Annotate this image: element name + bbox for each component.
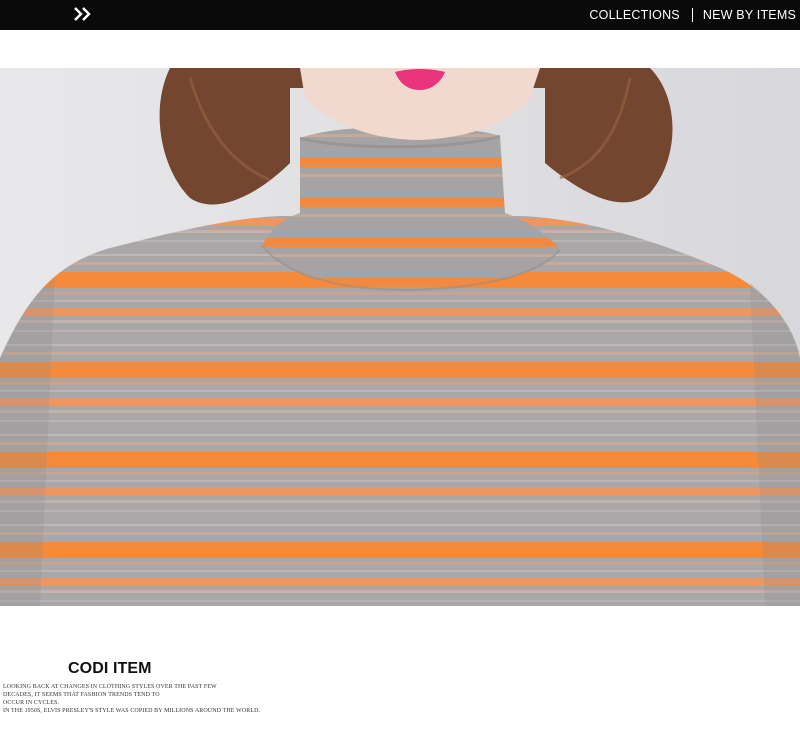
description-line: OCCUR IN CYCLES. <box>3 700 60 706</box>
codi-item-title: CODI ITEM <box>68 660 152 677</box>
codi-description: LOOKING BACK AT CHANGES IN CLOTHING STYL… <box>3 683 260 715</box>
nav-divider <box>691 8 693 22</box>
nav-new-by-items-link[interactable]: NEW BY ITEMS <box>703 8 796 22</box>
description-line: DECADES, IT SEEMS THAT FASHION TRENDS TE… <box>3 692 160 698</box>
product-photo <box>0 68 800 606</box>
top-bar: COLLECTIONS NEW BY ITEMS <box>0 0 800 28</box>
nav-collections-link[interactable]: COLLECTIONS <box>589 8 679 22</box>
description-line: IN THE 1950S, ELVIS PRESLEY'S STYLE WAS … <box>3 708 261 714</box>
description-line: LOOKING BACK AT CHANGES IN CLOTHING STYL… <box>3 684 217 690</box>
sweater-image <box>0 68 800 606</box>
top-nav: COLLECTIONS NEW BY ITEMS <box>589 8 796 22</box>
double-chevron-right-icon[interactable] <box>72 5 94 23</box>
header-underline <box>0 28 800 30</box>
